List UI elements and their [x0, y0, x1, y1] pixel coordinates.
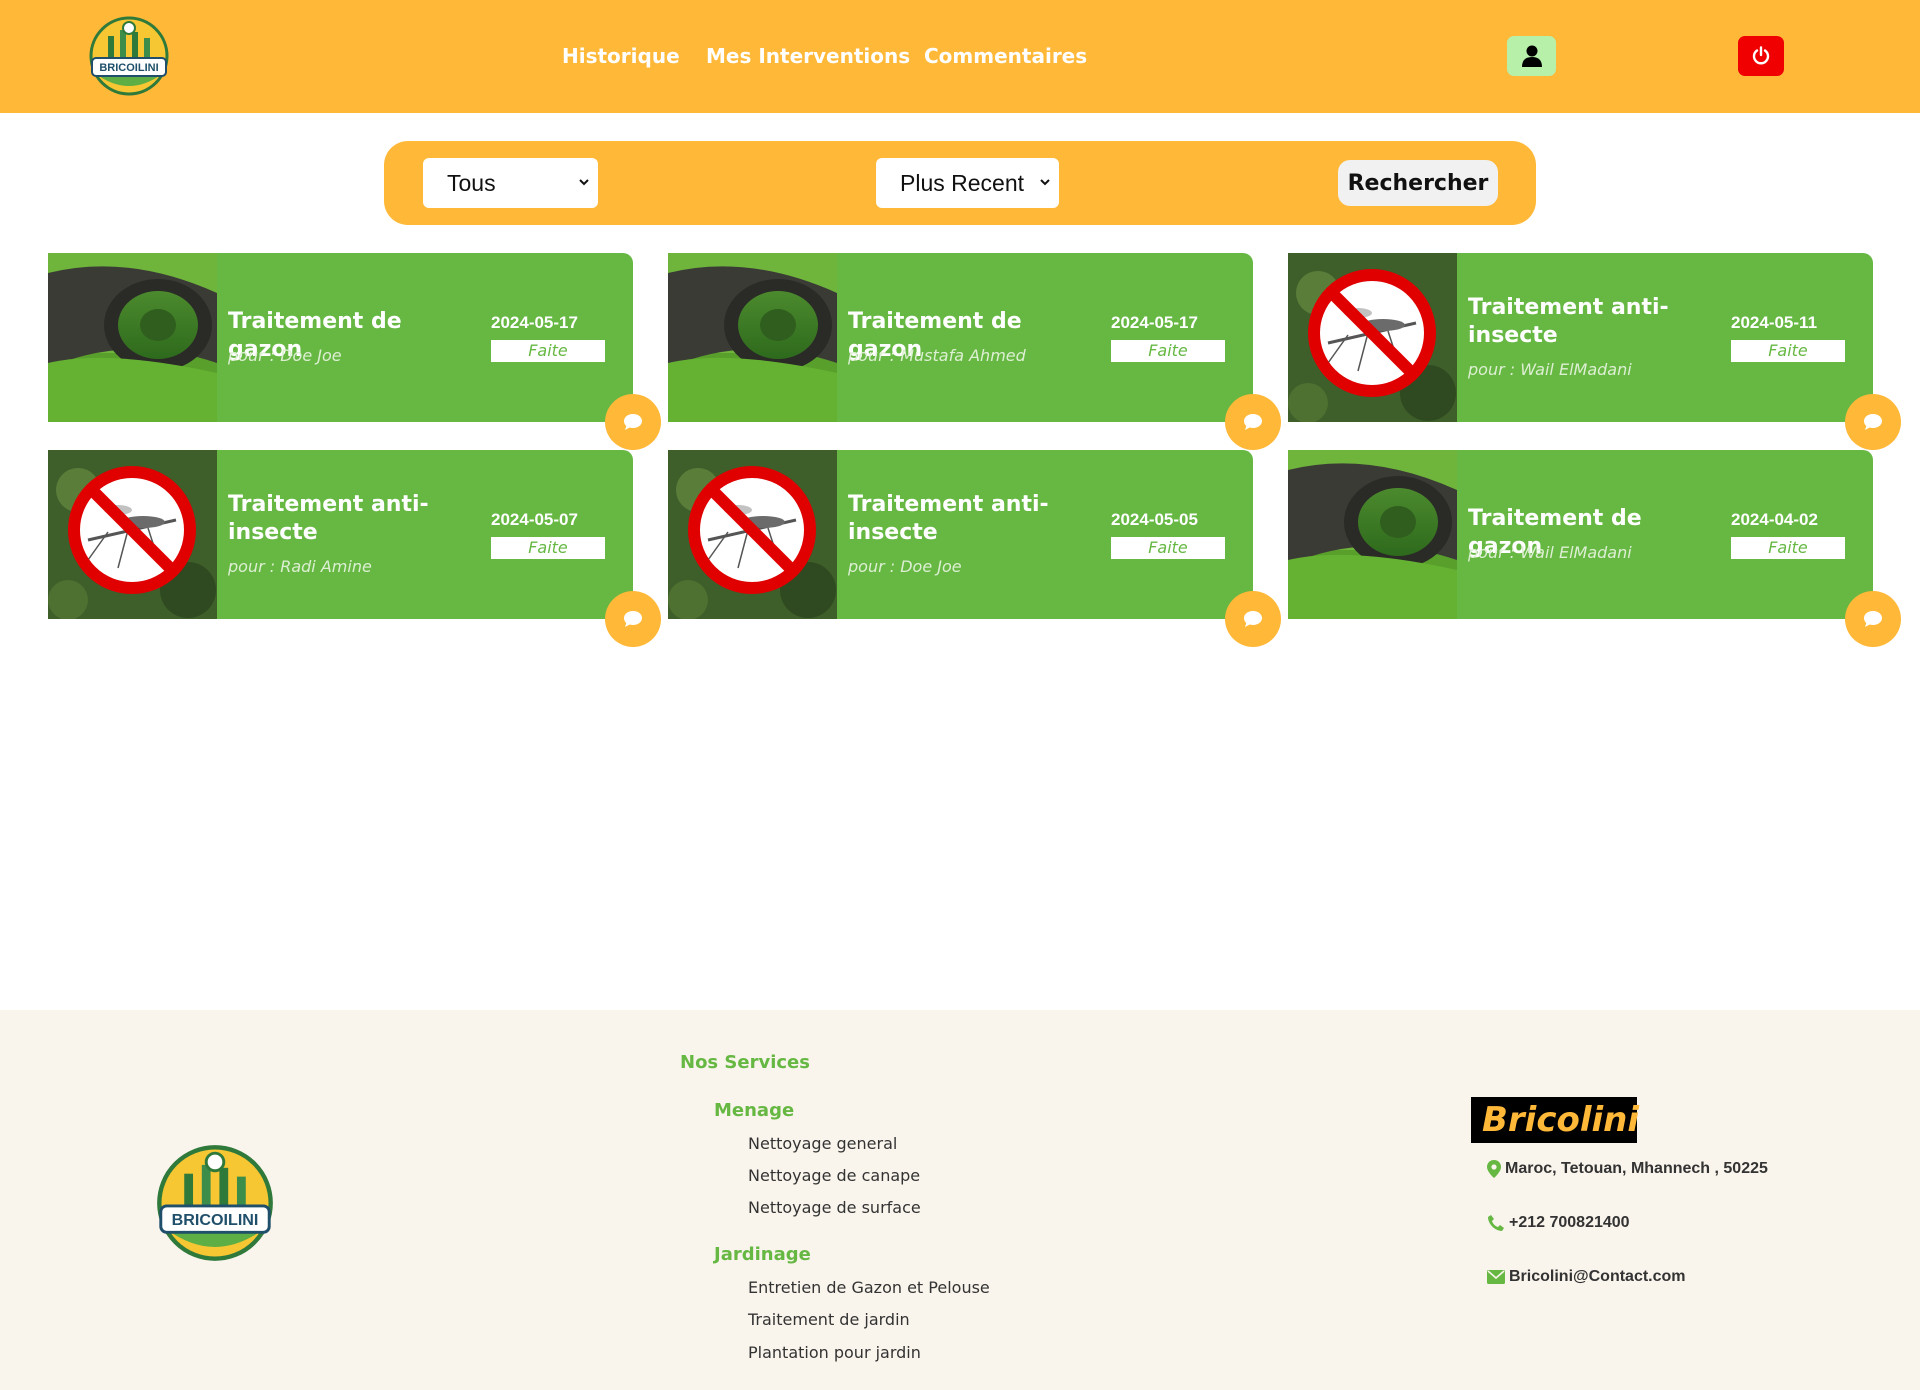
card-date: 2024-04-02 [1731, 510, 1818, 529]
intervention-card[interactable]: Traitement anti-insecte pour : Doe Joe 202… [668, 450, 1281, 647]
type-filter-value: Tous [447, 169, 496, 196]
chat-bubble-icon [623, 413, 643, 431]
status-badge: Faite [1731, 340, 1845, 362]
sort-value: Plus Recent [900, 169, 1025, 196]
email-row: Bricolini@Contact.com [1487, 1268, 1686, 1286]
nav-historique[interactable]: Historique [562, 44, 680, 68]
service-link[interactable]: Nettoyage general [748, 1134, 897, 1153]
nav-mes-interventions[interactable]: Mes Interventions [706, 44, 910, 68]
card-client: pour : Doe Joe [848, 557, 962, 576]
status-badge: Faite [1111, 340, 1225, 362]
email-text[interactable]: Bricolini@Contact.com [1509, 1268, 1686, 1286]
no-mosquito-image [668, 450, 837, 619]
chat-bubble-icon [1243, 610, 1263, 628]
status-badge: Faite [491, 340, 605, 362]
card-title: Traitement anti-insecte [1468, 295, 1669, 348]
phone-text[interactable]: +212 700821400 [1509, 1214, 1630, 1232]
footer-logo: BRICOILINI [152, 1140, 278, 1266]
search-button[interactable]: Rechercher [1338, 160, 1498, 206]
intervention-card[interactable]: Traitement de gazon pour : Doe Joe 2024-05… [48, 253, 661, 450]
service-link[interactable]: Entretien de Gazon et Pelouse [748, 1278, 990, 1297]
intervention-card[interactable]: Traitement anti-insecte pour : Wail ElMad… [1288, 253, 1901, 450]
sort-select[interactable]: Plus Recent [876, 158, 1059, 208]
logout-button[interactable] [1738, 36, 1784, 76]
comment-button[interactable] [1225, 394, 1281, 450]
status-badge: Faite [1731, 537, 1845, 559]
brand-name: Bricolini [1471, 1097, 1639, 1143]
footer: BRICOILINI Nos Services Menage Nettoyage… [0, 1010, 1920, 1390]
comment-button[interactable] [605, 394, 661, 450]
power-icon [1752, 46, 1770, 65]
lawn-roll-image [48, 253, 217, 422]
location-pin-icon [1487, 1160, 1501, 1178]
card-title: Traitement anti-insecte [848, 492, 1049, 545]
top-header: BRICOILINI Historique Mes Interventions … [0, 0, 1920, 113]
chat-bubble-icon [1863, 413, 1883, 431]
service-link[interactable]: Traitement de jardin [748, 1310, 910, 1329]
card-client: pour : Doe Joe [228, 346, 342, 365]
lawn-roll-image [668, 253, 837, 422]
card-date: 2024-05-07 [491, 510, 578, 529]
service-link[interactable]: Plantation pour jardin [748, 1343, 921, 1362]
card-client: pour : Wail ElMadani [1468, 360, 1632, 379]
category-jardinage: Jardinage [714, 1244, 811, 1265]
filter-bar: Tous Plus Recent Rechercher [384, 141, 1536, 225]
lawn-roll-image [1288, 450, 1457, 619]
card-date: 2024-05-17 [491, 313, 578, 332]
chevron-down-icon [579, 179, 589, 186]
card-date: 2024-05-17 [1111, 313, 1198, 332]
intervention-card[interactable]: Traitement anti-insecte pour : Radi Amine… [48, 450, 661, 647]
card-client: pour : Radi Amine [228, 557, 372, 576]
card-date: 2024-05-11 [1731, 313, 1818, 332]
service-link[interactable]: Nettoyage de canape [748, 1166, 920, 1185]
comment-button[interactable] [1225, 591, 1281, 647]
chat-bubble-icon [623, 610, 643, 628]
phone-row: +212 700821400 [1487, 1214, 1630, 1232]
card-title: Traitement anti-insecte [228, 492, 429, 545]
no-mosquito-image [48, 450, 217, 619]
comment-button[interactable] [1845, 394, 1901, 450]
user-icon [1521, 45, 1542, 67]
no-mosquito-image [1288, 253, 1457, 422]
intervention-card[interactable]: Traitement de gazon pour : Mustafa Ahmed 2… [668, 253, 1281, 450]
type-filter-select[interactable]: Tous [423, 158, 598, 208]
comment-button[interactable] [1845, 591, 1901, 647]
address-row: Maroc, Tetouan, Mhannech , 50225 [1487, 1160, 1768, 1178]
nav-commentaires[interactable]: Commentaires [924, 44, 1087, 68]
profile-button[interactable] [1507, 36, 1556, 76]
card-date: 2024-05-05 [1111, 510, 1198, 529]
status-badge: Faite [1111, 537, 1225, 559]
comment-button[interactable] [605, 591, 661, 647]
card-client: pour : Mustafa Ahmed [848, 346, 1026, 365]
main-nav: Historique Mes Interventions Commentaire… [0, 0, 1920, 113]
address-text: Maroc, Tetouan, Mhannech , 50225 [1505, 1160, 1768, 1177]
envelope-icon [1487, 1270, 1505, 1284]
chevron-down-icon [1040, 179, 1050, 186]
card-client: pour : Wail ElMadani [1468, 543, 1632, 562]
chat-bubble-icon [1863, 610, 1883, 628]
phone-icon [1488, 1215, 1504, 1231]
chat-bubble-icon [1243, 413, 1263, 431]
category-menage: Menage [714, 1100, 795, 1121]
services-heading: Nos Services [680, 1052, 810, 1073]
service-link[interactable]: Nettoyage de surface [748, 1198, 921, 1217]
footer-logo-text: BRICOILINI [172, 1211, 259, 1229]
status-badge: Faite [491, 537, 605, 559]
intervention-card[interactable]: Traitement de gazon pour : Wail ElMadani 2… [1288, 450, 1901, 647]
